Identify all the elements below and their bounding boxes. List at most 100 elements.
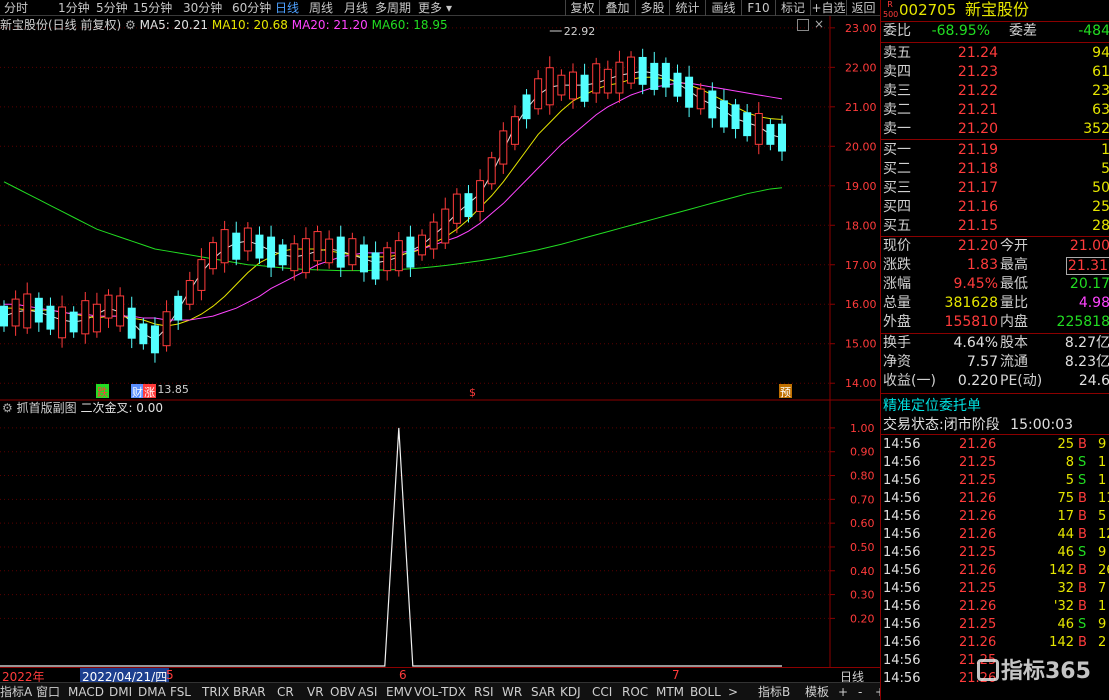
candle-body: [394, 240, 403, 272]
fund-value-2: 24.6: [1078, 373, 1109, 389]
period-tab-8[interactable]: 月线: [344, 0, 368, 16]
buy-volume: 50: [1092, 180, 1109, 196]
indicator-tab-4[interactable]: DMA: [138, 684, 166, 700]
toolbar-button-1[interactable]: 叠加: [599, 0, 635, 16]
tick-row: 14:56 21.26 142 B 26: [881, 562, 1109, 580]
indicator-right-2[interactable]: +: [838, 684, 848, 700]
toolbar-button-6[interactable]: 标记: [775, 0, 810, 16]
ma10-legend: MA10: 20.68: [211, 18, 288, 32]
buy-row-1[interactable]: 买二 21.18 5: [881, 160, 1109, 179]
period-tab-6[interactable]: 日线: [275, 0, 299, 16]
period-tab-10[interactable]: 更多: [418, 0, 442, 16]
tick-price: 21.25: [959, 473, 997, 488]
period-tab-5[interactable]: 60分钟: [232, 0, 271, 16]
buy-row-4[interactable]: 买五 21.15 28: [881, 217, 1109, 236]
toolbar-button-0[interactable]: 复权: [565, 0, 599, 16]
indicator-tab-21[interactable]: BOLL: [690, 684, 721, 700]
chart-settings-icon[interactable]: ⚙: [125, 18, 136, 32]
tick-direction: B: [1078, 563, 1087, 578]
indicator-tab-7[interactable]: BRAR: [233, 684, 266, 700]
badge-top: R: [887, 0, 893, 9]
indicator-tab-12[interactable]: EMV: [386, 684, 412, 700]
toolbar-button-2[interactable]: 多股: [635, 0, 669, 16]
indicator-tab-3[interactable]: DMI: [109, 684, 132, 700]
candle-body: [731, 104, 740, 130]
indicator-right-0[interactable]: 指标B: [758, 684, 790, 700]
tick-price: 21.26: [959, 527, 997, 542]
stat-value: 155810: [944, 314, 998, 330]
indicator-tab-2[interactable]: MACD: [68, 684, 104, 700]
buy-row-2[interactable]: 买三 21.17 50: [881, 179, 1109, 198]
chart-close-icon[interactable]: ×: [814, 17, 824, 31]
indicator-right-1[interactable]: 模板: [805, 684, 829, 700]
fund-value: 4.64%: [953, 335, 998, 351]
more-chevron-icon[interactable]: ▾: [446, 0, 452, 16]
indicator-tab-9[interactable]: VR: [307, 684, 324, 700]
indicator-right-3[interactable]: -: [858, 684, 862, 700]
tick-direction: B: [1078, 527, 1087, 542]
sell-row-0[interactable]: 卖五 21.24 94: [881, 44, 1109, 63]
market-badge: R 500: [883, 0, 898, 20]
period-tab-7[interactable]: 周线: [309, 0, 333, 16]
sell-row-3[interactable]: 卖二 21.21 63: [881, 101, 1109, 120]
period-tab-1[interactable]: 1分钟: [58, 0, 90, 16]
toolbar-button-3[interactable]: 统计: [669, 0, 705, 16]
sell-row-4[interactable]: 卖一 21.20 352: [881, 120, 1109, 139]
indicator-tab-22[interactable]: >: [728, 684, 738, 700]
sub-y-tick-label: 0.80: [850, 470, 875, 483]
buy-row-3[interactable]: 买四 21.16 25: [881, 198, 1109, 217]
sub-y-tick-label: 0.70: [850, 493, 875, 506]
sub-settings-icon[interactable]: ⚙: [2, 401, 13, 415]
fund-row-2: 收益(一) 0.220 PE(动) 24.6: [881, 372, 1109, 391]
period-tab-2[interactable]: 5分钟: [96, 0, 128, 16]
tick-time: 14:56: [883, 563, 921, 578]
indicator-tab-19[interactable]: ROC: [622, 684, 648, 700]
tick-volume: 44: [1057, 527, 1074, 542]
period-tab-4[interactable]: 30分钟: [183, 0, 222, 16]
indicator-tab-17[interactable]: KDJ: [560, 684, 581, 700]
indicator-tab-8[interactable]: CR: [277, 684, 294, 700]
indicator-tab-16[interactable]: SAR: [531, 684, 555, 700]
candle-body: [406, 236, 415, 268]
event-marker-3: $: [469, 386, 476, 399]
precise-order-link[interactable]: 精准定位委托单: [883, 395, 981, 415]
toolbar-button-7[interactable]: +自选: [810, 0, 846, 16]
toolbar-button-5[interactable]: F10: [741, 0, 775, 16]
buy-row-0[interactable]: 买一 21.19 1: [881, 141, 1109, 160]
candle-body: [278, 244, 287, 266]
tick-count: 5: [1098, 509, 1107, 524]
stat-label-2: 今开: [1000, 238, 1028, 254]
kline-chart-area[interactable]: 23.00 22.00 21.00 20.00 19.00 18.00 17.00 16.00…: [0, 16, 880, 667]
candle-body: [685, 76, 694, 108]
indicator-tab-14[interactable]: RSI: [474, 684, 494, 700]
period-tab-0[interactable]: 分时: [4, 0, 28, 16]
candle-body: [371, 252, 380, 280]
candle-body: [336, 236, 345, 268]
buy-volume: 1: [1101, 142, 1109, 158]
period-tab-3[interactable]: 15分钟: [133, 0, 172, 16]
sell-row-1[interactable]: 卖四 21.23 61: [881, 63, 1109, 82]
indicator-tab-5[interactable]: FSL: [170, 684, 191, 700]
indicator-tab-18[interactable]: CCI: [592, 684, 612, 700]
indicator-tab-13[interactable]: VOL-TDX: [414, 684, 466, 700]
indicator-tab-11[interactable]: ASI: [358, 684, 377, 700]
indicator-tab-1[interactable]: 窗口: [36, 684, 60, 700]
tick-row: 14:56 21.26 142 B 2: [881, 634, 1109, 652]
candle-body: [383, 247, 392, 272]
weicha-label: 委差: [1009, 23, 1037, 39]
sell-row-2[interactable]: 卖三 21.22 23: [881, 82, 1109, 101]
indicator-tab-15[interactable]: WR: [502, 684, 522, 700]
period-tab-9[interactable]: 多周期: [375, 0, 411, 16]
indicator-tab-0[interactable]: 指标A: [0, 684, 32, 700]
toolbar-button-8[interactable]: 返回: [846, 0, 880, 16]
candle-body: [696, 88, 705, 110]
indicator-tab-10[interactable]: OBV: [330, 684, 356, 700]
stat-label: 外盘: [883, 314, 911, 330]
indicator-tab-6[interactable]: TRIX: [202, 684, 229, 700]
indicator-tab-20[interactable]: MTM: [656, 684, 684, 700]
chart-max-icon[interactable]: [797, 19, 809, 31]
fund-label-2: 流通: [1000, 354, 1028, 370]
sell-volume: 94: [1092, 45, 1109, 61]
indicator-tab-bar: 指标A 窗口 MACD DMI DMA FSL TRIX BRAR CR VR OBV ASI EMV V…: [0, 682, 885, 700]
toolbar-button-4[interactable]: 画线: [705, 0, 741, 16]
